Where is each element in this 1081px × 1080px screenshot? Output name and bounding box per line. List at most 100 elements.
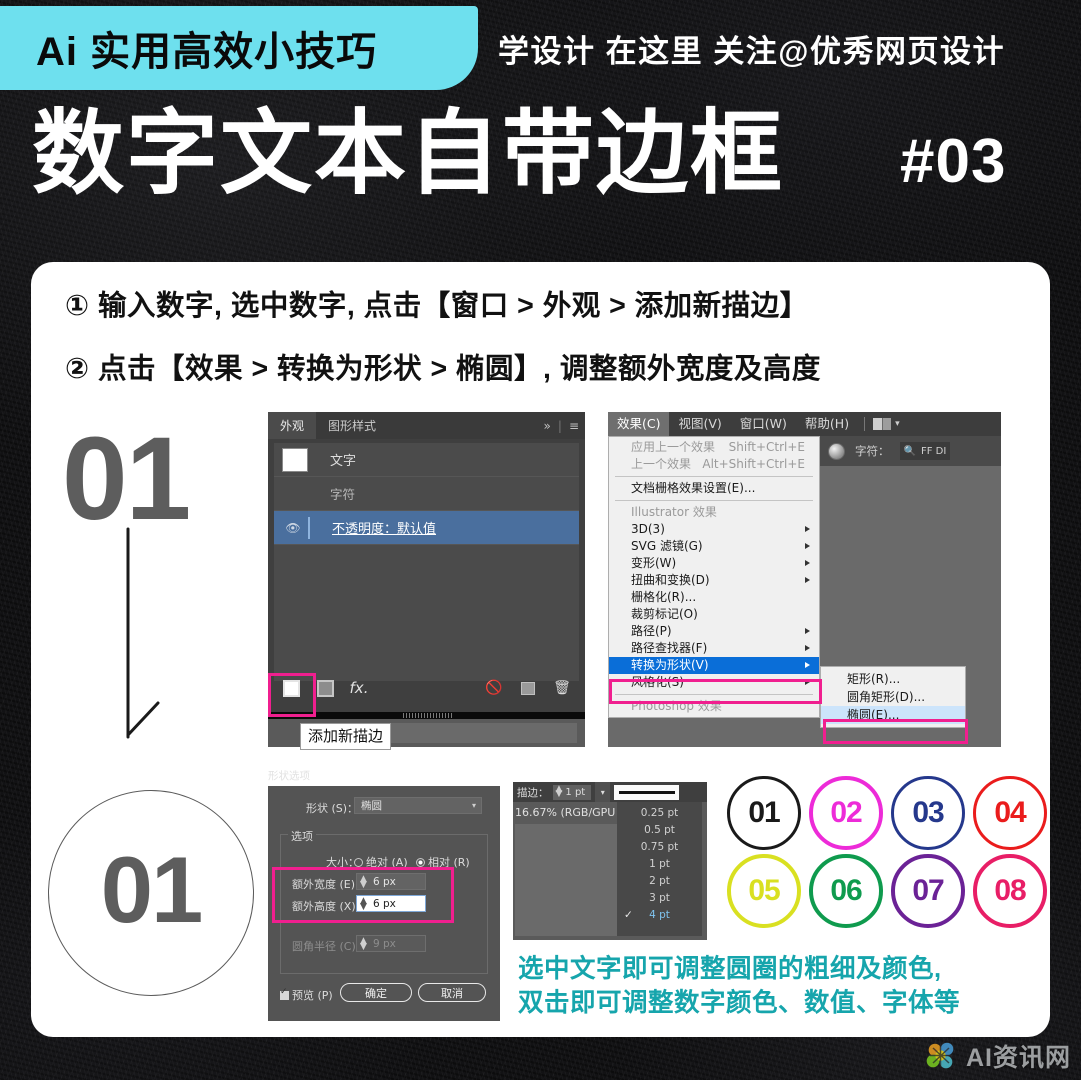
circle-label: 02 xyxy=(830,795,862,829)
appearance-row-label: 字符 xyxy=(330,487,356,502)
tab-appearance[interactable]: 外观 xyxy=(268,412,317,439)
panel-scroll-grip[interactable] xyxy=(403,713,453,718)
preview-checkbox[interactable]: 预览 (P) xyxy=(280,987,333,1003)
numbered-circle-06: 06 xyxy=(809,854,883,928)
font-name-text: FF DI xyxy=(920,445,947,457)
workspace-switcher-icon[interactable]: ▾ xyxy=(873,418,900,430)
watermark-text: AI资讯网 xyxy=(965,1044,1071,1072)
menu-section-photoshop-effects: Photoshop 效果 xyxy=(631,699,722,713)
menu-item-rasterize[interactable]: 栅格化(R)... xyxy=(609,589,819,606)
checkbox-icon[interactable] xyxy=(280,987,289,1000)
stepper-icon[interactable]: ▲ ▼ xyxy=(360,875,367,890)
menu-item-svg-filters[interactable]: SVG 滤镜(G) xyxy=(609,538,819,555)
menu-item-stylize[interactable]: 风格化(S) xyxy=(609,674,819,691)
radio-relative[interactable] xyxy=(416,858,425,867)
stroke-control-bar: 描边： ▲ ▼ 1 pt ▾ xyxy=(513,782,707,802)
submenu-item-rectangle[interactable]: 矩形(R)... xyxy=(821,670,965,688)
shape-select[interactable]: 椭圆 ▾ xyxy=(354,797,482,814)
submenu-item-rounded-rectangle[interactable]: 圆角矩形(D)... xyxy=(821,688,965,706)
header-tag-banner: Ai 实用高效小技巧 xyxy=(0,6,478,90)
appearance-row-text[interactable]: 文字 xyxy=(274,443,579,477)
duplicate-item-icon[interactable] xyxy=(511,673,545,703)
shape-options-title: 形状选项 xyxy=(268,770,310,782)
submenu-item-ellipse[interactable]: 椭圆(E)... xyxy=(821,706,965,724)
numbered-circle-07: 07 xyxy=(891,854,965,928)
stroke-weight-input[interactable]: ▲ ▼ 1 pt xyxy=(552,784,592,800)
options-legend: 选项 xyxy=(288,828,316,844)
bottom-note-line-1: 选中文字即可调整圆圈的粗细及颜色, xyxy=(518,955,942,983)
stroke-option[interactable]: 2 pt xyxy=(617,873,702,890)
add-new-stroke-tooltip: 添加新描边 xyxy=(300,723,392,750)
search-icon: 🔍 xyxy=(903,445,916,457)
circled-step-number: 01 xyxy=(48,790,254,996)
numbered-circles-sample: 01 02 03 04 05 06 07 08 xyxy=(727,776,1053,928)
stroke-dropdown-caret-icon[interactable]: ▾ xyxy=(595,782,611,802)
appearance-row-opacity[interactable]: 👁 不透明度：默认值 xyxy=(274,511,579,545)
size-relative-radio[interactable]: 相对 (R) xyxy=(416,854,470,870)
menu-item-warp[interactable]: 变形(W) xyxy=(609,555,819,572)
character-label: 字符： xyxy=(855,444,890,458)
menu-item-convert-to-shape[interactable]: 转换为形状(V) xyxy=(609,657,819,674)
hamburger-menu-icon[interactable]: ≡ xyxy=(569,419,579,433)
step-2-text: ② 点击【效果 > 转换为形状 > 椭圆】, 调整额外宽度及高度 xyxy=(65,352,821,385)
page-title: 数字文本自带边框 xyxy=(32,100,785,207)
menu-help[interactable]: 帮助(H) xyxy=(796,412,858,436)
shape-options-dialog: 形状 (S)： 椭圆 ▾ 选项 大小： 绝对 (A) 相对 (R) 额外宽度 (… xyxy=(268,786,500,1021)
stroke-style-preview[interactable] xyxy=(614,784,680,800)
size-absolute-radio[interactable]: 绝对 (A) xyxy=(354,854,408,870)
extra-height-input[interactable]: ▲ ▼ 6 px xyxy=(356,895,426,912)
big-step-number: 01 xyxy=(62,413,191,545)
add-new-effect-button[interactable]: fx. xyxy=(342,673,376,703)
delete-item-icon[interactable]: 🗑 xyxy=(545,673,579,703)
bottom-note: 选中文字即可调整圆圈的粗细及颜色, 双击即可调整数字颜色、数值、字体等 xyxy=(518,952,960,1020)
stroke-option[interactable]: 1 pt xyxy=(617,856,702,873)
page-number-badge: #03 xyxy=(900,127,1007,196)
ok-button[interactable]: 确定 xyxy=(340,983,412,1002)
stroke-option[interactable]: 0.75 pt xyxy=(617,839,702,856)
panel-header-icons: » | ≡ xyxy=(543,418,579,433)
header: Ai 实用高效小技巧 学设计 在这里 关注@优秀网页设计 数字文本自带边框 #0… xyxy=(0,0,1081,250)
stepper-icon[interactable]: ▲ ▼ xyxy=(360,897,367,912)
menu-window[interactable]: 窗口(W) xyxy=(731,412,796,436)
menu-item-document-raster-settings[interactable]: 文档栅格效果设置(E)... xyxy=(609,480,819,497)
menu-item-distort-transform[interactable]: 扭曲和变换(D) xyxy=(609,572,819,589)
extra-width-label: 额外宽度 (E)： xyxy=(292,878,367,891)
step-1-text: ① 输入数字, 选中数字, 点击【窗口 > 外观 > 添加新描边】 xyxy=(65,290,809,322)
stroke-option[interactable]: 0.25 pt xyxy=(617,805,702,822)
menu-separator xyxy=(615,500,813,501)
clear-appearance-icon[interactable]: 🚫 xyxy=(477,673,511,703)
opacity-globe-icon[interactable] xyxy=(828,442,845,460)
menu-item-crop-marks[interactable]: 裁剪标记(O) xyxy=(609,606,819,623)
appearance-panel-footer: fx. 🚫 🗑 xyxy=(274,672,579,704)
menu-item[interactable]: 应用上一个效果 Shift+Ctrl+E xyxy=(609,439,819,456)
tab-graphic-styles[interactable]: 图形样式 xyxy=(316,412,388,439)
shape-field-label: 形状 (S)： xyxy=(306,802,359,815)
extra-width-input[interactable]: ▲ ▼ 6 px xyxy=(356,873,426,890)
menu-item-pathfinder[interactable]: 路径查找器(F) xyxy=(609,640,819,657)
numbered-circle-01: 01 xyxy=(727,776,801,850)
eye-visibility-icon[interactable]: 👁 xyxy=(284,521,302,535)
stroke-option[interactable]: 3 pt xyxy=(617,890,702,907)
chevron-down-icon: ▾ xyxy=(471,801,476,810)
arrow-down-icon xyxy=(126,527,160,739)
appearance-row-character[interactable]: 字符 xyxy=(274,477,579,511)
circle-label: 08 xyxy=(994,873,1026,907)
stroke-option-selected[interactable]: 4 pt xyxy=(617,907,702,924)
zoom-status-text: 16.67% (RGB/GPU xyxy=(515,806,616,819)
stroke-option[interactable]: 0.5 pt xyxy=(617,822,702,839)
font-family-field[interactable]: 🔍 FF DI xyxy=(899,442,951,460)
expand-icon[interactable]: » xyxy=(544,419,551,433)
circle-label: 03 xyxy=(912,795,944,829)
stroke-weight-dropdown-list: 0.25 pt 0.5 pt 0.75 pt 1 pt 2 pt 3 pt 4 … xyxy=(617,802,702,936)
menu-view[interactable]: 视图(V) xyxy=(669,412,730,436)
menu-effect[interactable]: 效果(C) xyxy=(608,412,670,436)
menu-item-3d[interactable]: 3D(3) xyxy=(609,521,819,538)
fill-swatch-icon[interactable] xyxy=(282,447,308,472)
steps-list: ① 输入数字, 选中数字, 点击【窗口 > 外观 > 添加新描边】 ② 点击【效… xyxy=(31,278,1050,383)
stroke-weight-screenshot: 描边： ▲ ▼ 1 pt ▾ 16.67% (RGB/GPU 0.25 pt 0.… xyxy=(513,782,707,940)
menu-item[interactable]: 上一个效果 Alt+Shift+Ctrl+E xyxy=(609,456,819,473)
menu-item-path[interactable]: 路径(P) xyxy=(609,623,819,640)
radio-absolute[interactable] xyxy=(354,858,363,867)
cancel-button[interactable]: 取消 xyxy=(418,983,486,1002)
appearance-attribute-list: 文字 字符 👁 不透明度：默认值 xyxy=(274,443,579,681)
